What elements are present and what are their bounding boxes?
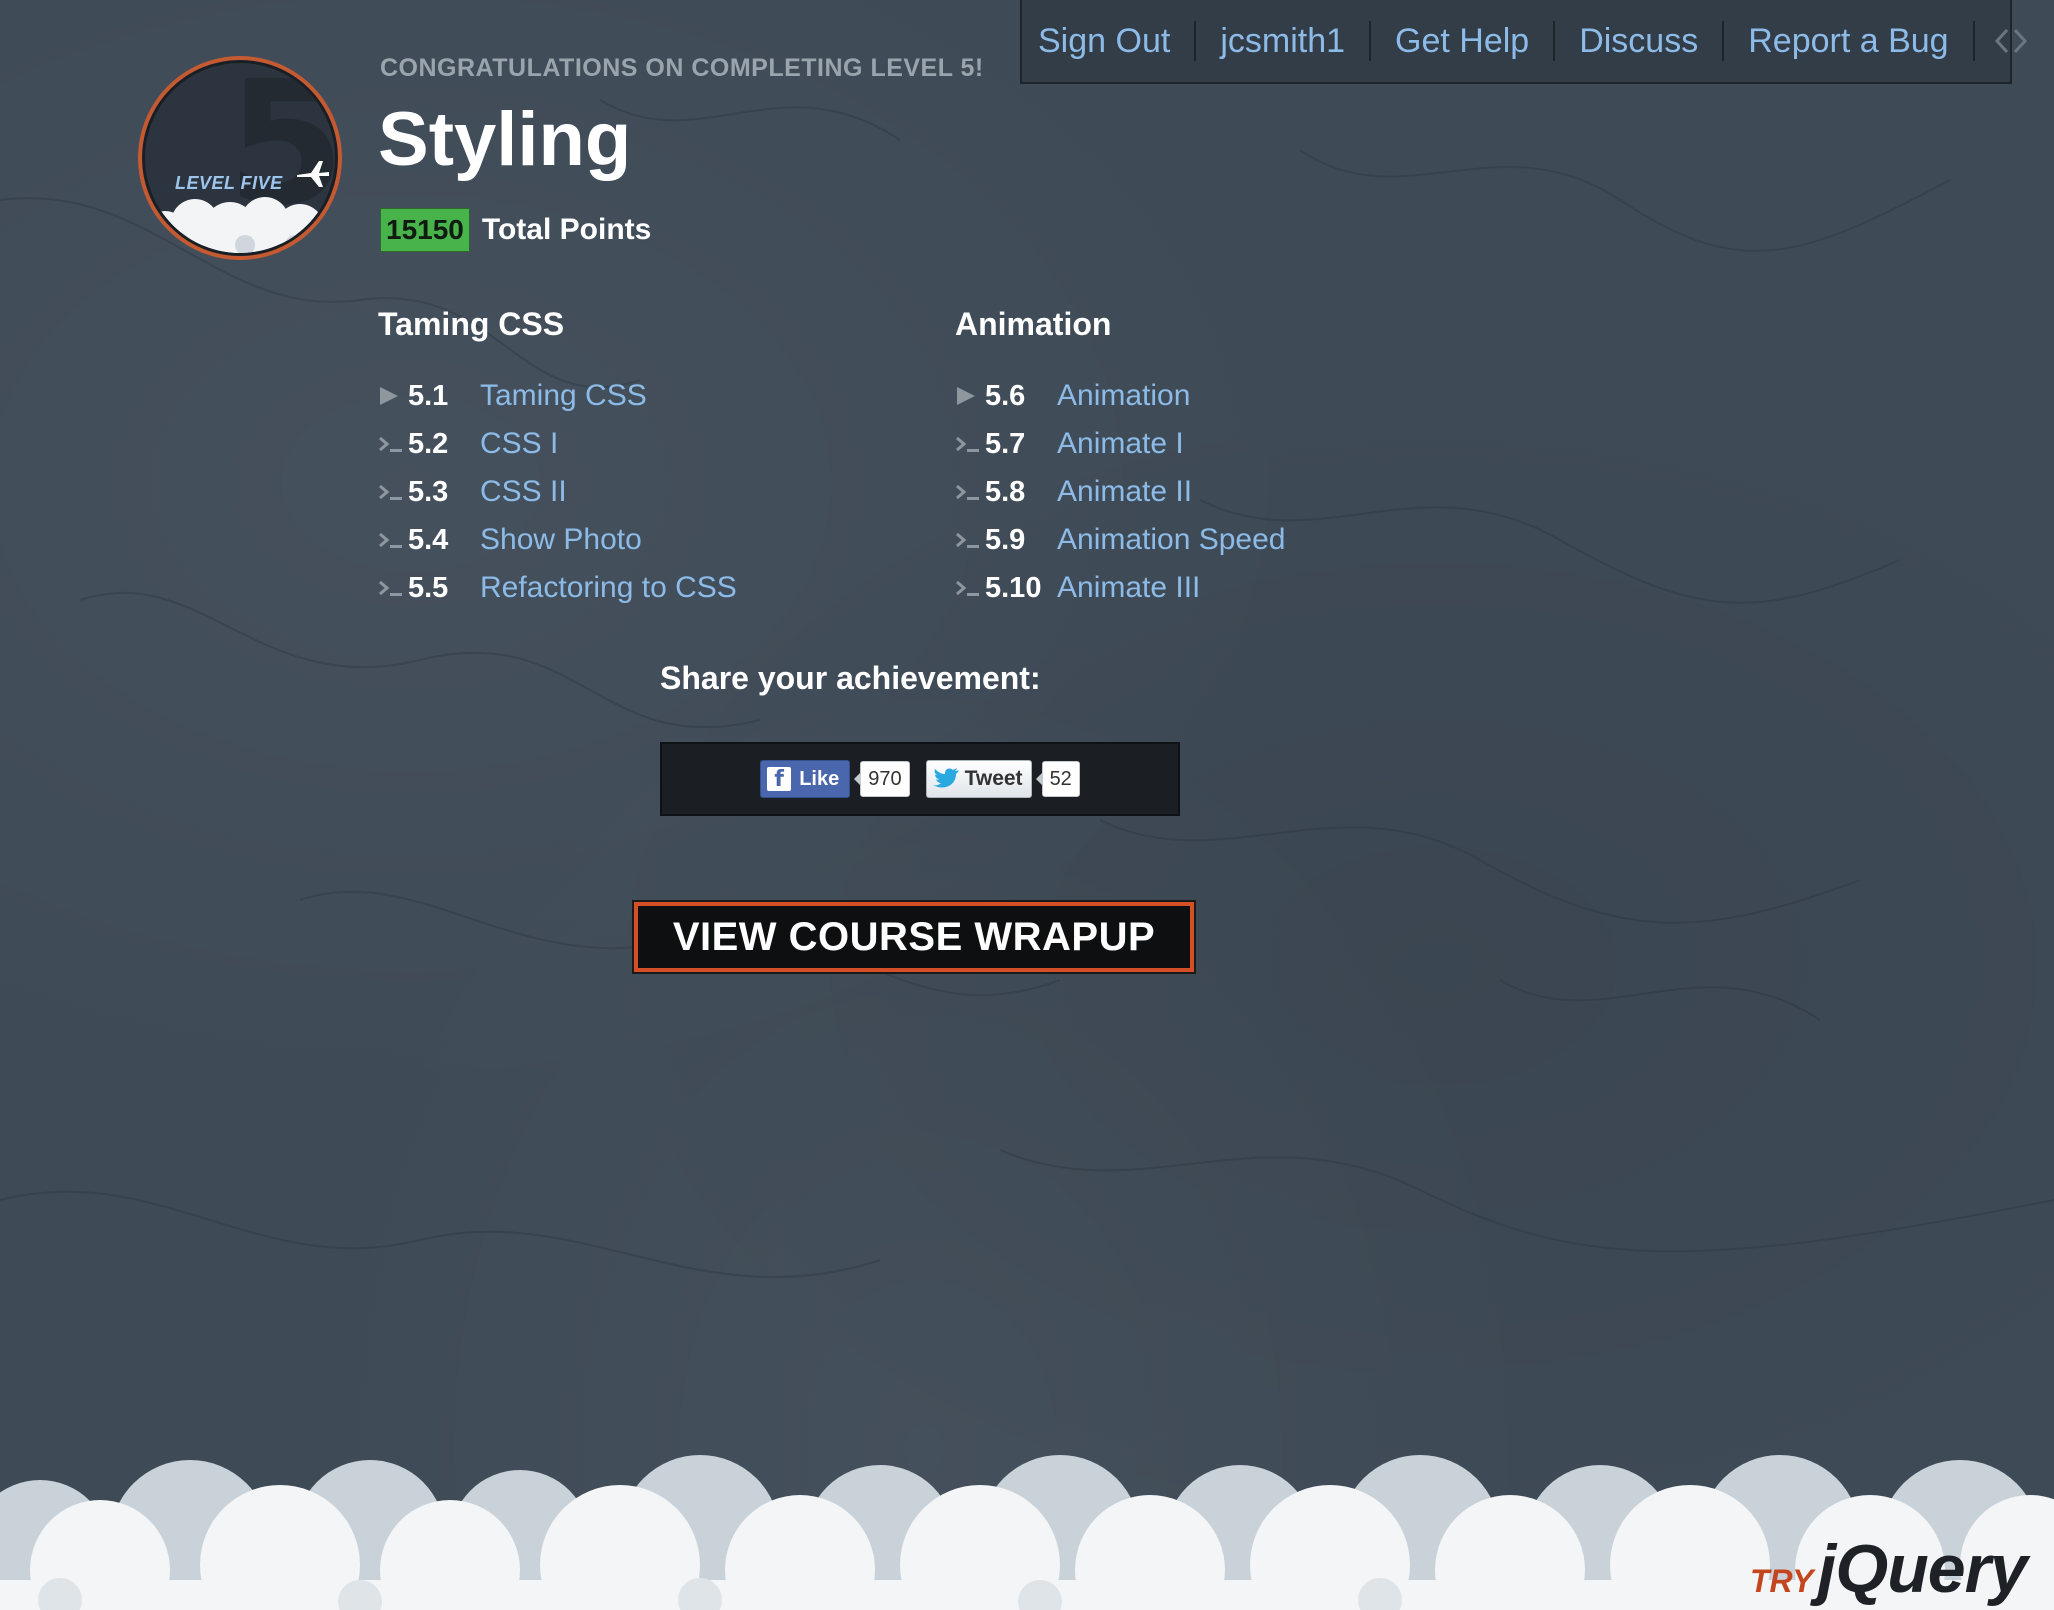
plane-icon [297, 161, 329, 187]
lesson-link[interactable]: Show Photo [480, 523, 642, 557]
username-link[interactable]: jcsmith1 [1196, 21, 1372, 61]
lesson-number: 5.4 [408, 523, 449, 556]
lesson-item[interactable]: 5.7 Animate I [955, 420, 1286, 468]
terminal-icon [378, 529, 408, 551]
lesson-link[interactable]: Refactoring to CSS [480, 571, 737, 605]
facebook-like-label: Like [799, 767, 840, 790]
lesson-number: 5.10 [985, 571, 1042, 604]
logo-try: TRY [1750, 1563, 1814, 1599]
tweet-button[interactable]: Tweet [925, 760, 1032, 798]
lesson-link[interactable]: CSS I [480, 427, 558, 461]
lesson-number: 5.2 [408, 427, 449, 460]
lesson-link[interactable]: Animation [1057, 379, 1190, 413]
lesson-item[interactable]: 5.9 Animation Speed [955, 516, 1286, 564]
play-icon [955, 385, 985, 407]
lesson-item[interactable]: 5.5 Refactoring to CSS [378, 564, 737, 612]
section-title: Taming CSS [378, 306, 565, 342]
terminal-icon [378, 577, 408, 599]
terminal-icon [955, 577, 985, 599]
lesson-link[interactable]: Animate III [1057, 571, 1200, 605]
level-label: LEVEL FIVE [175, 173, 283, 193]
lesson-item[interactable]: 5.1 Taming CSS [378, 372, 737, 420]
tweet-count: 52 [1035, 761, 1080, 797]
congrats-text: CONGRATULATIONS ON COMPLETING LEVEL 5! [380, 54, 984, 82]
lesson-number: 5.9 [985, 523, 1026, 556]
lesson-number: 5.1 [408, 379, 449, 412]
terminal-icon [955, 433, 985, 455]
share-title: Share your achievement: [660, 660, 1041, 696]
level-badge: 5 LEVEL FIVE [138, 56, 342, 260]
lesson-item[interactable]: 5.4 Show Photo [378, 516, 737, 564]
logo-brand: jQuery [1817, 1531, 2027, 1607]
view-course-wrapup-button[interactable]: VIEW COURSE WRAPUP [634, 902, 1194, 972]
lesson-item[interactable]: 5.10 Animate III [955, 564, 1286, 612]
lesson-link[interactable]: Taming CSS [480, 379, 647, 413]
lesson-link[interactable]: Animate II [1057, 475, 1192, 509]
section-taming-css: Taming CSS 5.1 Taming CSS 5.2 CSS I 5.3 … [378, 306, 737, 612]
points-value: 15150 [380, 208, 470, 252]
lesson-item[interactable]: 5.8 Animate II [955, 468, 1286, 516]
lesson-item[interactable]: 5.2 CSS I [378, 420, 737, 468]
facebook-like-button[interactable]: f Like [760, 760, 851, 798]
lesson-number: 5.3 [408, 475, 449, 508]
lesson-number: 5.6 [985, 379, 1026, 412]
lesson-number: 5.7 [985, 427, 1026, 460]
lesson-number: 5.8 [985, 475, 1026, 508]
facebook-like-count: 970 [854, 761, 910, 797]
report-bug-link[interactable]: Report a Bug [1724, 21, 1975, 61]
terminal-icon [955, 481, 985, 503]
tweet-widget: Tweet 52 [925, 760, 1080, 798]
sign-out-link[interactable]: Sign Out [1022, 21, 1197, 61]
lesson-link[interactable]: Animation Speed [1057, 523, 1286, 557]
section-title: Animation [955, 306, 1112, 342]
terminal-icon [378, 433, 408, 455]
facebook-icon: f [767, 767, 792, 792]
lesson-link[interactable]: Animate I [1057, 427, 1184, 461]
get-help-link[interactable]: Get Help [1371, 21, 1556, 61]
lesson-number: 5.5 [408, 571, 449, 604]
top-nav: Sign Out jcsmith1 Get Help Discuss Repor… [1020, 0, 2027, 84]
lesson-item[interactable]: 5.3 CSS II [378, 468, 737, 516]
points-label: Total Points [481, 213, 652, 246]
lesson-item[interactable]: 5.6 Animation [955, 372, 1286, 420]
section-animation: Animation 5.6 Animation 5.7 Animate I 5.… [955, 306, 1286, 612]
points-display: 15150 Total Points [380, 208, 651, 252]
code-brackets-icon[interactable] [1975, 21, 2047, 61]
footer-clouds [0, 1455, 2054, 1610]
share-box: f Like 970 Tweet 52 [660, 742, 1180, 816]
page-title: Styling [378, 97, 632, 182]
terminal-icon [955, 529, 985, 551]
tweet-label: Tweet [964, 767, 1023, 790]
facebook-like-widget: f Like 970 [760, 760, 910, 798]
lesson-link[interactable]: CSS II [480, 475, 567, 509]
try-jquery-logo: TRY jQuery [1750, 1530, 2028, 1608]
discuss-link[interactable]: Discuss [1555, 21, 1725, 61]
twitter-bird-icon [932, 768, 959, 788]
terminal-icon [378, 481, 408, 503]
play-icon [378, 385, 408, 407]
